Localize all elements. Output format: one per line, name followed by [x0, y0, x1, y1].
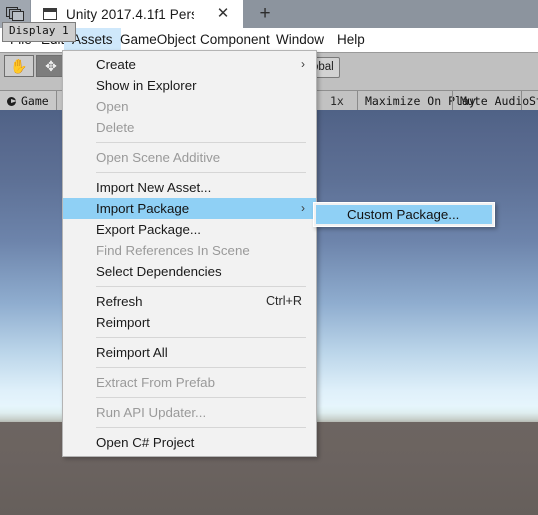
menu-item-label: Open Scene Additive: [96, 150, 221, 165]
tab-game-label: Game: [21, 94, 49, 108]
menu-separator: [96, 142, 306, 143]
menu-item-label: Delete: [96, 120, 135, 135]
window-tab-title: Unity 2017.4.1f1 Persor: [66, 6, 194, 22]
import-package-submenu: Custom Package...: [313, 202, 495, 227]
menu-item-label: Open C# Project: [96, 435, 195, 450]
menu-item-delete: Delete: [63, 117, 316, 138]
submenu-item-custom-package[interactable]: Custom Package...: [316, 205, 492, 224]
new-tab-button[interactable]: +: [248, 0, 282, 28]
menu-item-open-scene-additive: Open Scene Additive: [63, 147, 316, 168]
browser-tab-strip: Unity 2017.4.1f1 Persor ✕ +: [0, 0, 538, 28]
menu-item-label: Import New Asset...: [96, 180, 212, 195]
pacman-icon: [7, 96, 17, 106]
menu-separator: [96, 337, 306, 338]
menu-item-label: Reimport All: [96, 345, 168, 360]
menu-item-extract-from-prefab: Extract From Prefab: [63, 372, 316, 393]
menu-item-label: Select Dependencies: [96, 264, 222, 279]
menu-item-open: Open: [63, 96, 316, 117]
zoom-level-label: 1x: [330, 94, 344, 108]
menu-item-show-in-explorer[interactable]: Show in Explorer: [63, 75, 316, 96]
menu-item-find-references-in-scene: Find References In Scene: [63, 240, 316, 261]
hand-icon: ✋: [10, 58, 28, 74]
menu-item-open-c-project[interactable]: Open C# Project: [63, 432, 316, 453]
menubar-item-component[interactable]: Component: [192, 28, 278, 52]
menu-item-label: Import Package: [96, 201, 190, 216]
menu-item-label: Open: [96, 99, 129, 114]
unity-menu-bar: FileEditAssetsGameObjectComponentWindowH…: [0, 28, 538, 52]
menu-item-label: Reimport: [96, 315, 150, 330]
menu-separator: [96, 367, 306, 368]
close-icon[interactable]: ✕: [216, 6, 230, 21]
unity-editor-window: Unity 2017.4.1f1 Persor ✕ + FileEditAsse…: [0, 0, 538, 515]
assets-dropdown-menu: Create › Show in Explorer Open Delete Open Sc…: [62, 50, 317, 457]
menubar-item-window[interactable]: Window: [268, 28, 332, 52]
menu-item-label: Show in Explorer: [96, 78, 197, 93]
menu-separator: [96, 397, 306, 398]
menu-separator: [96, 172, 306, 173]
display-dropdown[interactable]: Display 1: [2, 22, 76, 42]
stacked-windows-icon: [6, 6, 24, 22]
menu-item-refresh[interactable]: Refresh Ctrl+R: [63, 291, 316, 312]
menubar-item-help[interactable]: Help: [329, 28, 373, 52]
menu-item-label: Run API Updater...: [96, 405, 207, 420]
tab-game[interactable]: Game: [0, 91, 57, 111]
chevron-right-icon: ›: [301, 201, 305, 215]
menu-item-export-package[interactable]: Export Package...: [63, 219, 316, 240]
menu-separator: [96, 427, 306, 428]
menu-item-label: Create: [96, 57, 136, 72]
stats-button[interactable]: St: [521, 91, 538, 111]
menu-item-label: Find References In Scene: [96, 243, 250, 258]
window-icon: [43, 8, 57, 20]
menu-item-reimport[interactable]: Reimport: [63, 312, 316, 333]
hand-tool-button[interactable]: ✋: [4, 55, 34, 77]
menu-item-import-new-asset[interactable]: Import New Asset...: [63, 177, 316, 198]
menu-item-label: Refresh: [96, 294, 143, 309]
move-icon: ✥: [45, 58, 57, 74]
menu-item-run-api-updater: Run API Updater...: [63, 402, 316, 423]
chevron-right-icon: ›: [301, 57, 305, 71]
menu-item-import-package[interactable]: Import Package ›: [63, 198, 316, 219]
menu-item-label: Export Package...: [96, 222, 201, 237]
menubar-item-gameobject[interactable]: GameObject: [112, 28, 204, 52]
menu-item-label: Extract From Prefab: [96, 375, 215, 390]
menu-item-create[interactable]: Create ›: [63, 54, 316, 75]
menu-item-select-dependencies[interactable]: Select Dependencies: [63, 261, 316, 282]
menu-item-reimport-all[interactable]: Reimport All: [63, 342, 316, 363]
menu-item-shortcut: Ctrl+R: [265, 294, 302, 308]
menu-separator: [96, 286, 306, 287]
